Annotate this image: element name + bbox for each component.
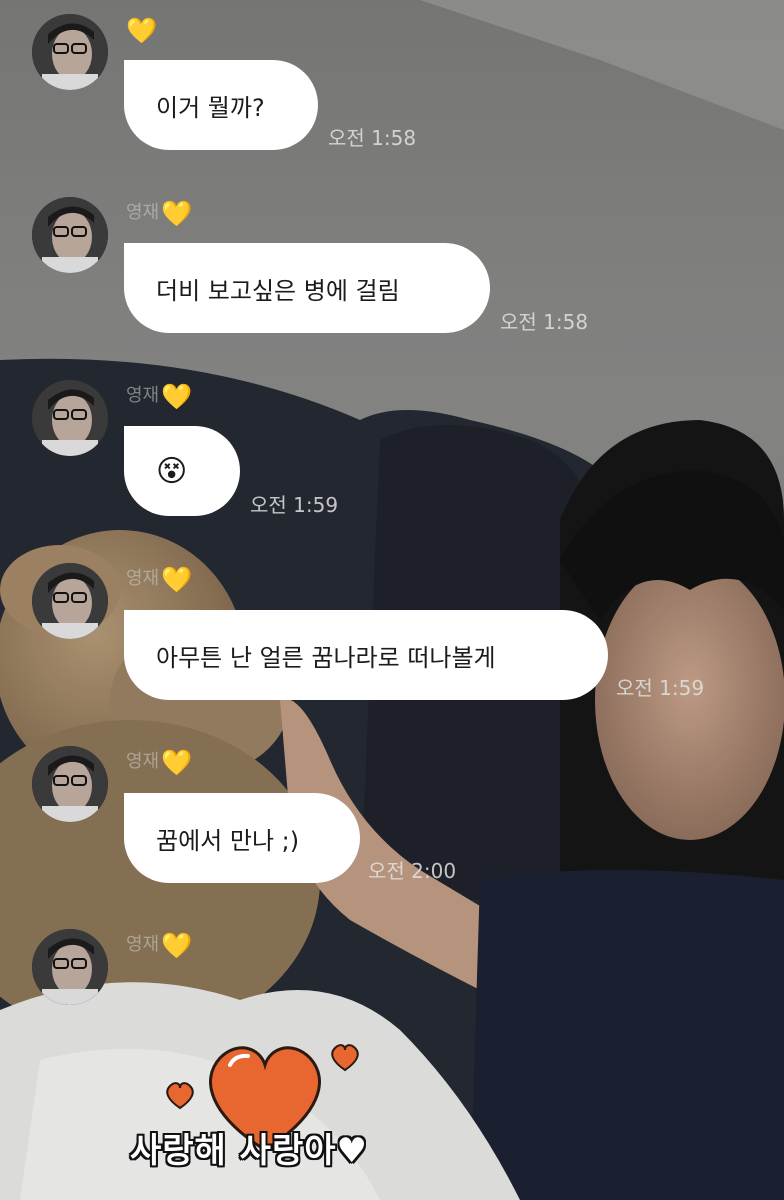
message-bubble[interactable]: 😵	[124, 426, 240, 516]
avatar-image	[32, 563, 108, 639]
sender-name: 💛	[126, 16, 157, 44]
message-time: 오전 1:58	[500, 310, 589, 334]
avatar-image	[32, 14, 108, 90]
sender-name-text: 영재	[126, 385, 160, 406]
avatar-image	[32, 380, 108, 456]
avatar[interactable]	[32, 14, 108, 90]
sender-name-text: 영재	[126, 934, 160, 955]
sender-name: 영재 💛	[126, 931, 192, 959]
yellow-heart-icon: 💛	[161, 930, 193, 960]
sender-name: 영재 💛	[126, 199, 192, 227]
avatar[interactable]	[32, 929, 108, 1005]
sticker-caption: 사랑해 사랑아♥	[130, 1131, 368, 1171]
sender-name: 영재 💛	[126, 748, 192, 776]
message-bubble[interactable]: 아무튼 난 얼른 꿈나라로 떠나볼게	[124, 610, 608, 700]
sender-name-text: 영재	[126, 568, 160, 589]
yellow-heart-icon: 💛	[126, 15, 158, 45]
message-bubble[interactable]: 꿈에서 만나 ;)	[124, 793, 360, 883]
avatar-image	[32, 197, 108, 273]
sender-name-text: 영재	[126, 751, 160, 772]
small-heart-left-icon	[166, 1082, 194, 1110]
sender-name-text: 영재	[126, 202, 160, 223]
message-time: 오전 2:00	[368, 859, 457, 883]
avatar[interactable]	[32, 563, 108, 639]
message-time: 오전 1:58	[328, 126, 417, 150]
yellow-heart-icon: 💛	[161, 198, 193, 228]
avatar[interactable]	[32, 746, 108, 822]
yellow-heart-icon: 💛	[161, 381, 193, 411]
small-heart-right-icon	[331, 1044, 359, 1072]
message-bubble[interactable]: 더비 보고싶은 병에 걸림	[124, 243, 490, 333]
avatar[interactable]	[32, 380, 108, 456]
message-time: 오전 1:59	[250, 493, 339, 517]
avatar[interactable]	[32, 197, 108, 273]
yellow-heart-icon: 💛	[161, 564, 193, 594]
message-bubble[interactable]: 이거 뭘까?	[124, 60, 318, 150]
avatar-image	[32, 929, 108, 1005]
message-time: 오전 1:59	[616, 676, 705, 700]
sender-name: 영재 💛	[126, 565, 192, 593]
sender-name: 영재 💛	[126, 382, 192, 410]
yellow-heart-icon: 💛	[161, 747, 193, 777]
avatar-image	[32, 746, 108, 822]
